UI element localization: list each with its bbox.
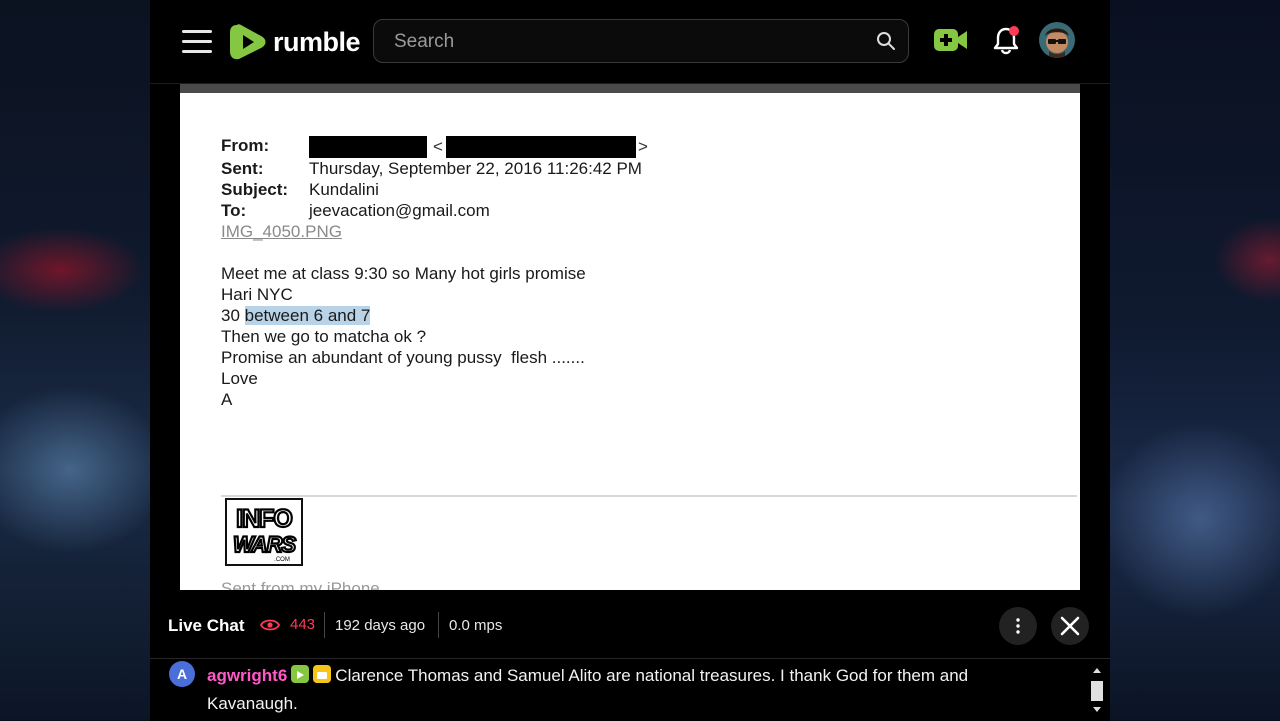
redaction-block [445,135,636,158]
scrollbar-thumb[interactable] [1091,681,1103,701]
verified-badge-icon [291,665,310,683]
separator [438,612,439,638]
more-vertical-icon [1016,618,1020,634]
avatar-image [1039,22,1075,58]
rumble-play-icon [230,24,266,60]
email-line: A [221,390,233,409]
notification-bell-icon[interactable] [992,24,1022,56]
highlighted-text: between 6 and 7 [244,306,371,325]
live-chat-title: Live Chat [168,616,245,635]
email-line: Hari NYC [221,285,293,304]
background-right [1110,0,1280,720]
chat-message-list[interactable]: A agwright6 Clarence Thomas and Samuel Al… [150,658,1110,721]
to-row: To: jeevacation@gmail.com [221,201,490,222]
menu-button[interactable] [182,30,212,53]
angle-close: > [637,136,648,156]
menu-icon-line [182,40,212,43]
eye-icon [260,619,280,630]
brand-name: rumble [273,26,361,57]
video-player[interactable]: From: < > Sent: Thursday, September 22, … [180,84,1080,590]
infowars-logo-image: INFO WARS .COM [227,500,301,564]
to-value: jeevacation@gmail.com [309,201,490,220]
separator [324,612,325,638]
search-icon[interactable] [876,31,896,51]
sent-row: Sent: Thursday, September 22, 2016 11:26… [221,159,642,180]
close-icon [1060,616,1080,636]
email-line: Love [221,369,258,388]
go-live-camera-icon[interactable] [933,27,969,53]
main-column: rumble Search From: < > Sent: Thursday, … [150,0,1110,721]
document-top-bar [180,84,1080,93]
redaction-block [309,135,427,158]
email-line: 30 between 6 and 7 [221,306,371,326]
infowars-logo: INFO WARS .COM [225,498,303,566]
subject-row: Subject: Kundalini [221,180,379,201]
viewer-count-value: 443 [290,616,316,633]
search-input[interactable] [392,20,856,64]
chat-message: agwright6 Clarence Thomas and Samuel Alit… [207,662,1037,718]
messages-per-second: 0.0 mps [449,617,503,634]
stream-age: 192 days ago [335,617,426,634]
from-row: From: < > [221,135,648,158]
email-line: Then we go to matcha ok ? [221,327,427,346]
chat-username[interactable]: agwright6 [207,666,287,685]
search-bar [373,19,909,64]
user-avatar[interactable] [1039,22,1075,58]
close-chat-button[interactable] [1051,607,1089,645]
rumble-logo[interactable]: rumble [229,22,361,62]
email-line: Promise an abundant of young pussy flesh… [221,348,585,367]
chat-options-button[interactable] [999,607,1037,645]
attachment-link: IMG_4050.PNG [221,222,342,241]
svg-text:.COM: .COM [274,557,290,563]
live-chat-header: Live Chat 443 192 days ago 0.0 mps [150,590,1110,658]
to-label: To: [221,201,247,220]
subject-label: Subject: [221,180,289,199]
from-label: From: [221,136,270,155]
scroll-down-arrow-icon[interactable] [1090,705,1104,715]
email-footer-cut: Sent from my iPhone [221,579,380,590]
supporter-badge-icon [313,665,332,683]
svg-text:INFO: INFO [236,505,292,533]
viewer-count: 443 [260,616,315,633]
subject-value: Kundalini [309,180,379,199]
chat-user-avatar[interactable]: A [169,661,195,687]
top-header: rumble [150,0,1110,84]
menu-icon-line [182,50,212,53]
scroll-up-arrow-icon[interactable] [1090,665,1104,675]
sent-label: Sent: [221,159,264,178]
chat-scrollbar[interactable] [1090,663,1104,721]
svg-text:WARS: WARS [233,532,296,557]
angle-open: < [433,136,443,156]
menu-icon-line [182,30,212,33]
from-redacted: < > [309,135,648,158]
divider-line [221,495,1077,497]
email-line: Meet me at class 9:30 so Many hot girls … [221,264,586,283]
email-document: From: < > Sent: Thursday, September 22, … [180,93,1080,590]
sent-value: Thursday, September 22, 2016 11:26:42 PM [309,159,642,178]
background-left [0,0,150,720]
email-line-pre: 30 [221,306,245,325]
